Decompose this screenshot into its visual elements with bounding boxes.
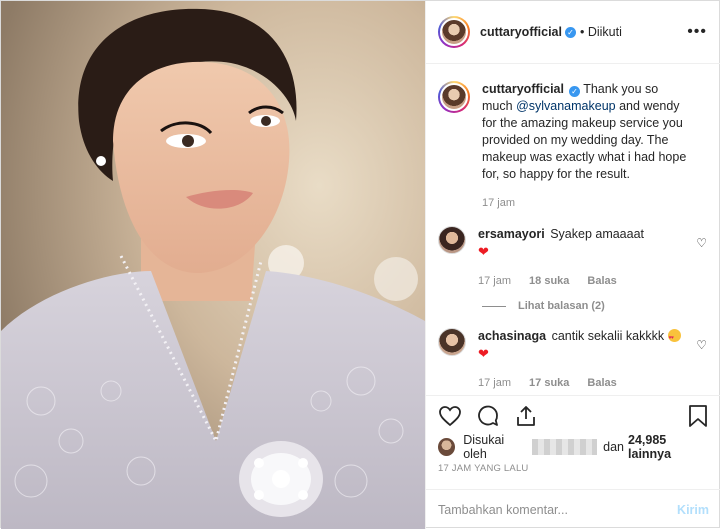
action-bar [426, 395, 720, 435]
likes-prefix: Disukai oleh [463, 433, 505, 461]
author-avatar[interactable] [438, 16, 470, 48]
post-header: cuttaryofficial ✓ • Diikuti ••• [426, 1, 720, 64]
comment-body: ersamayori Syakep amaaaat ❤ 17 jam 18 su… [478, 226, 707, 290]
commenter-avatar[interactable] [438, 328, 466, 356]
mention-link[interactable]: @sylvanamakeup [516, 99, 616, 113]
comment-like-icon[interactable]: ♡ [696, 236, 707, 250]
caption: cuttaryofficial ✓ Thank you so much @sylv… [438, 81, 707, 212]
view-replies-label: Lihat balasan (2) [518, 300, 605, 312]
post-dialog: cuttaryofficial ✓ • Diikuti ••• cuttaryo… [0, 0, 720, 529]
commenter-avatar[interactable] [438, 226, 466, 254]
comment-time[interactable]: 17 jam [478, 273, 511, 290]
author-info: cuttaryofficial ✓ • Diikuti [480, 25, 622, 39]
post-comment-button[interactable]: Kirim [677, 503, 709, 517]
verified-icon: ✓ [568, 86, 580, 97]
comments-list: cuttaryofficial ✓ Thank you so much @sylv… [426, 65, 720, 395]
comment-input[interactable] [438, 502, 678, 517]
red-heart-emoji: ❤ [478, 244, 489, 259]
comment-username[interactable]: achasinaga [478, 329, 546, 343]
share-icon[interactable] [514, 404, 538, 428]
likes-middle: dan [603, 440, 625, 454]
comment-meta: 17 jam 17 suka Balas [478, 375, 689, 392]
red-heart-emoji: ❤ [478, 346, 489, 361]
reply-button[interactable]: Balas [587, 375, 616, 392]
replies-divider [482, 305, 506, 307]
comment-item: achasinaga cantik sekalii kakkkk ❤ 17 ja… [438, 328, 707, 392]
author-username[interactable]: cuttaryofficial [480, 25, 562, 39]
caption-meta: 17 jam [482, 195, 689, 212]
comment-text: cantik sekalii kakkkk [551, 329, 665, 343]
post-sidebar: cuttaryofficial ✓ • Diikuti ••• cuttaryo… [425, 1, 720, 529]
liker-avatar[interactable] [438, 438, 456, 456]
follow-status[interactable]: • Diikuti [580, 25, 622, 39]
heart-icon[interactable] [438, 404, 462, 428]
comment-username[interactable]: ersamayori [478, 227, 545, 241]
post-timestamp[interactable]: 17 JAM YANG LALU [438, 463, 529, 474]
comment-like-icon[interactable]: ♡ [696, 338, 707, 352]
likes-count[interactable]: 24,985 lainnya [628, 433, 709, 461]
add-comment-bar: Kirim [426, 489, 720, 529]
comment-item: ersamayori Syakep amaaaat ❤ 17 jam 18 su… [438, 226, 707, 290]
caption-time[interactable]: 17 jam [482, 195, 515, 212]
portrait-image [1, 1, 425, 529]
comment-meta: 17 jam 18 suka Balas [478, 273, 689, 290]
comment-text: Syakep amaaaat [550, 227, 645, 241]
comment-icon[interactable] [476, 404, 500, 428]
caption-avatar[interactable] [438, 81, 470, 113]
verified-icon: ✓ [564, 26, 576, 38]
comment-time[interactable]: 17 jam [478, 375, 511, 392]
view-replies[interactable]: Lihat balasan (2) [482, 300, 707, 312]
post-photo[interactable] [1, 1, 425, 529]
comment-likes[interactable]: 18 suka [529, 273, 569, 290]
comment-body: achasinaga cantik sekalii kakkkk ❤ 17 ja… [478, 328, 707, 392]
caption-body: cuttaryofficial ✓ Thank you so much @sylv… [482, 81, 707, 212]
reply-button[interactable]: Balas [587, 273, 616, 290]
comment-likes[interactable]: 17 suka [529, 375, 569, 392]
caption-username[interactable]: cuttaryofficial [482, 82, 564, 96]
likes-summary: Disukai oleh dan 24,985 lainnya [438, 433, 709, 461]
bookmark-icon[interactable] [687, 404, 709, 428]
more-icon[interactable]: ••• [687, 24, 707, 40]
redacted-username [532, 439, 598, 455]
heart-eyes-emoji [667, 329, 681, 347]
